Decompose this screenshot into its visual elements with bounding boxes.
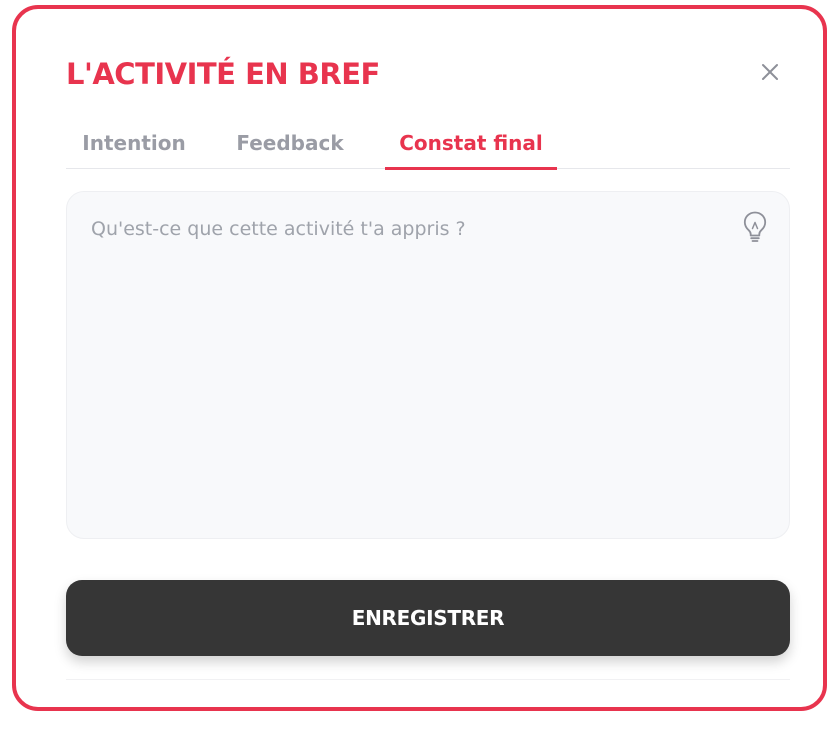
learning-editor [66,191,790,539]
learning-textarea[interactable] [67,192,789,538]
tab-intention[interactable]: Intention [74,117,194,168]
save-button[interactable]: ENREGISTRER [66,580,790,656]
tab-label: Feedback [236,130,344,155]
active-tab-indicator [385,167,557,170]
lightbulb-icon[interactable] [741,210,769,244]
modal-title: L'ACTIVITÉ EN BREF [66,57,380,91]
tab-constat-final[interactable]: Constat final [385,117,557,170]
close-icon [762,64,778,80]
divider [66,679,790,680]
tab-feedback[interactable]: Feedback [230,117,350,168]
activity-summary-modal: L'ACTIVITÉ EN BREF Intention Feedback Co… [12,5,827,711]
close-button[interactable] [757,59,783,85]
tab-bar: Intention Feedback Constat final [66,117,790,170]
tab-label: Constat final [399,130,543,155]
tab-label: Intention [82,130,186,155]
